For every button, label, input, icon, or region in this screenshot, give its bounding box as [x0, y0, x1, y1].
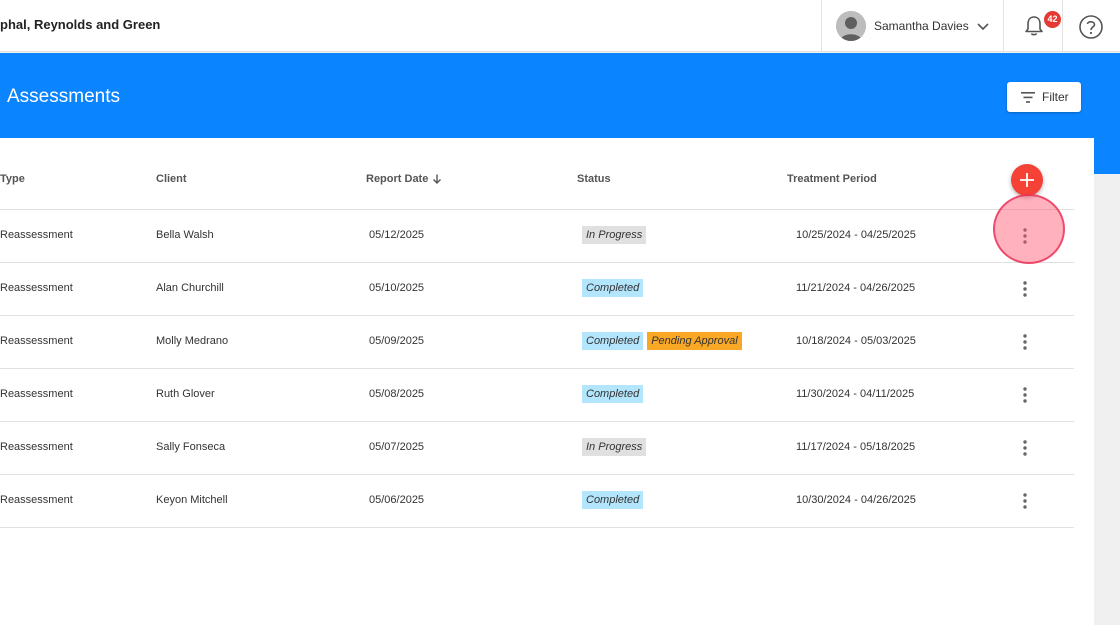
more-vert-icon: [1023, 387, 1027, 403]
column-header-report-date[interactable]: Report Date: [366, 173, 442, 185]
table-row[interactable]: Reassessment Alan Churchill 05/10/2025 Comp…: [0, 263, 1074, 316]
cell-type: Reassessment: [0, 388, 73, 400]
status-badge: Completed: [582, 385, 644, 403]
table-row[interactable]: Reassessment Sally Fonseca 05/07/2025 In Pr…: [0, 422, 1074, 475]
cell-client: Bella Walsh: [156, 229, 214, 241]
cell-report-date: 05/06/2025: [369, 494, 425, 506]
arrow-down-icon: [433, 174, 442, 185]
scrollbar-track[interactable]: [1094, 174, 1120, 625]
table-row[interactable]: Reassessment Molly Medrano 05/09/2025 Compl…: [0, 316, 1074, 369]
cell-treatment-period: 11/30/2024 - 04/11/2025: [796, 388, 915, 400]
row-actions-button[interactable]: [1017, 279, 1033, 299]
cell-treatment-period: 10/25/2024 - 04/25/2025: [796, 229, 916, 241]
status-badge: Completed: [582, 332, 644, 350]
cell-status: Completed: [582, 385, 644, 403]
notification-badge: 42: [1044, 11, 1061, 28]
cell-treatment-period: 11/17/2024 - 05/18/2025: [796, 441, 916, 453]
cell-type: Reassessment: [0, 335, 73, 347]
column-header-type[interactable]: Type: [0, 173, 25, 185]
cell-status: Completed: [582, 279, 644, 297]
top-bar: phal, Reynolds and Green Samantha Davies…: [0, 0, 1120, 52]
row-actions-button[interactable]: [1017, 491, 1033, 511]
column-header-status[interactable]: Status: [577, 173, 611, 185]
cell-type: Reassessment: [0, 494, 73, 506]
filter-button[interactable]: Filter: [1007, 82, 1081, 112]
add-assessment-button[interactable]: [1011, 164, 1043, 196]
chevron-down-icon[interactable]: [975, 18, 991, 34]
cell-client: Alan Churchill: [156, 282, 224, 294]
table-row[interactable]: Reassessment Bella Walsh 05/12/2025 In Prog…: [0, 210, 1074, 263]
cell-report-date: 05/09/2025: [369, 335, 425, 347]
cell-treatment-period: 10/30/2024 - 04/26/2025: [796, 494, 916, 506]
column-header-treatment-period[interactable]: Treatment Period: [787, 173, 877, 185]
status-badge: Completed: [582, 491, 644, 509]
more-vert-icon: [1023, 493, 1027, 509]
cell-type: Reassessment: [0, 229, 73, 241]
filter-icon: [1021, 92, 1035, 103]
cell-treatment-period: 11/21/2024 - 04/26/2025: [796, 282, 916, 294]
table-row[interactable]: Reassessment Keyon Mitchell 05/06/2025 Comp…: [0, 475, 1074, 528]
cell-type: Reassessment: [0, 441, 73, 453]
assessments-table: Type Client Report Date Status Treatment…: [0, 138, 1094, 625]
column-header-client[interactable]: Client: [156, 173, 187, 185]
cell-status: In Progress: [582, 226, 647, 244]
row-actions-button[interactable]: [1017, 226, 1033, 246]
cell-report-date: 05/12/2025: [369, 229, 425, 241]
user-name: Samantha Davies: [874, 19, 969, 33]
cell-type: Reassessment: [0, 282, 73, 294]
status-badge: Completed: [582, 279, 644, 297]
cell-client: Keyon Mitchell: [156, 494, 228, 506]
row-actions-button[interactable]: [1017, 385, 1033, 405]
user-avatar: [836, 11, 866, 41]
user-menu[interactable]: Samantha Davies: [821, 0, 1004, 52]
table-row[interactable]: Reassessment Ruth Glover 05/08/2025 Complet…: [0, 369, 1074, 422]
more-vert-icon: [1023, 228, 1027, 244]
help-icon[interactable]: [1078, 14, 1104, 40]
organization-name: phal, Reynolds and Green: [0, 17, 161, 32]
row-actions-button[interactable]: [1017, 438, 1033, 458]
row-actions-button[interactable]: [1017, 332, 1033, 352]
column-header-report-date-label: Report Date: [366, 173, 429, 185]
status-badge: Pending Approval: [647, 332, 742, 350]
more-vert-icon: [1023, 440, 1027, 456]
cell-report-date: 05/08/2025: [369, 388, 425, 400]
cell-client: Ruth Glover: [156, 388, 215, 400]
cell-status: Completed Pending Approval: [582, 332, 742, 350]
cell-client: Sally Fonseca: [156, 441, 226, 453]
cell-report-date: 05/10/2025: [369, 282, 425, 294]
more-vert-icon: [1023, 281, 1027, 297]
cell-status: Completed: [582, 491, 644, 509]
cell-treatment-period: 10/18/2024 - 05/03/2025: [796, 335, 916, 347]
notifications-button[interactable]: 42: [1005, 0, 1063, 52]
plus-icon: [1020, 173, 1034, 187]
cell-report-date: 05/07/2025: [369, 441, 425, 453]
status-badge: In Progress: [582, 226, 647, 244]
more-vert-icon: [1023, 334, 1027, 350]
filter-label: Filter: [1042, 90, 1069, 104]
status-badge: In Progress: [582, 438, 647, 456]
cell-client: Molly Medrano: [156, 335, 229, 347]
table-body: Reassessment Bella Walsh 05/12/2025 In Prog…: [0, 210, 1074, 528]
bell-icon: [1025, 16, 1043, 36]
cell-status: In Progress: [582, 438, 647, 456]
page-title: Assessments: [7, 86, 120, 107]
